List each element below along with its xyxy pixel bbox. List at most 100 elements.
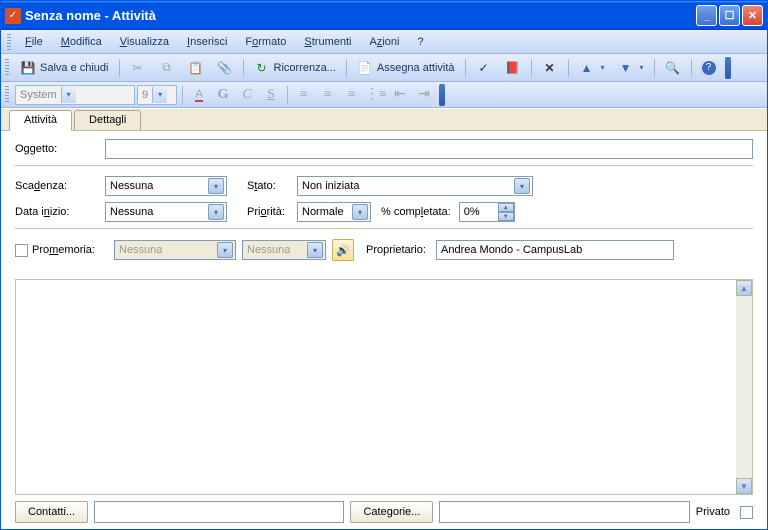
menu-visualizza[interactable]: Visualizza: [112, 33, 177, 51]
menu-modifica[interactable]: Modifica: [53, 33, 110, 51]
save-close-label: Salva e chiudi: [40, 62, 109, 74]
save-icon: 💾: [20, 60, 36, 76]
prev-button[interactable]: ▲▾: [573, 57, 611, 79]
toolbar-options[interactable]: [725, 57, 731, 79]
chevron-down-icon: ▾: [514, 178, 530, 194]
check-icon: ✓: [476, 60, 492, 76]
underline-button[interactable]: S: [260, 84, 282, 106]
label-proprietario: Proprietario:: [366, 244, 436, 256]
oggetto-input[interactable]: [105, 139, 753, 159]
task-window: ✓ Senza nome - Attività _ ☐ ✕ File Modif…: [0, 0, 768, 530]
categorie-button[interactable]: Categorie...: [350, 501, 433, 523]
mark-complete-button[interactable]: ✓: [470, 57, 498, 79]
tab-attivita[interactable]: Attività: [9, 110, 72, 131]
label-stato: Stato:: [247, 180, 297, 192]
align-right-button[interactable]: ≡: [341, 84, 363, 106]
assign-task-button[interactable]: 📄 Assegna attività: [351, 57, 461, 79]
copy-button[interactable]: ⧉: [153, 57, 181, 79]
recurrence-button[interactable]: ↻ Ricorrenza...: [248, 57, 342, 79]
footer: Contatti... Categorie... Privato: [1, 495, 767, 529]
form-area: Oggetto: Scadenza: Nessuna▾ Stato: Non i…: [1, 131, 767, 275]
down-arrow-icon: ▼: [618, 60, 634, 76]
contatti-button[interactable]: Contatti...: [15, 501, 88, 523]
scadenza-select[interactable]: Nessuna▾: [105, 176, 227, 196]
menu-inserisci[interactable]: Inserisci: [179, 33, 235, 51]
menubar-grip[interactable]: [7, 34, 11, 50]
copy-icon: ⧉: [159, 60, 175, 76]
scroll-up-icon[interactable]: ▲: [736, 280, 752, 296]
completata-spinner[interactable]: 0%▲▼: [459, 202, 515, 222]
fmtbar-options[interactable]: [439, 84, 445, 106]
menu-help[interactable]: ?: [409, 33, 431, 51]
italic-button[interactable]: C: [236, 84, 258, 106]
menu-strumenti[interactable]: Strumenti: [296, 33, 359, 51]
promemoria-checkbox[interactable]: [15, 244, 28, 257]
menu-formato[interactable]: Formato: [237, 33, 294, 51]
promemoria-date-select: Nessuna▾: [114, 240, 236, 260]
menu-file[interactable]: File: [17, 33, 51, 51]
priorita-select[interactable]: Normale▾: [297, 202, 371, 222]
menubar: File Modifica Visualizza Inserisci Forma…: [1, 30, 767, 54]
recurrence-label: Ricorrenza...: [274, 62, 336, 74]
proprietario-input[interactable]: [436, 240, 674, 260]
spin-up-icon[interactable]: ▲: [498, 203, 514, 212]
indent-button[interactable]: ⇥: [413, 84, 435, 106]
cut-button[interactable]: ✂: [124, 57, 152, 79]
paperclip-icon: 📎: [217, 60, 233, 76]
datainizio-select[interactable]: Nessuna▾: [105, 202, 227, 222]
delete-icon: ✕: [542, 60, 558, 76]
close-button[interactable]: ✕: [742, 5, 763, 26]
cut-icon: ✂: [130, 60, 146, 76]
chevron-down-icon: ▾: [208, 204, 224, 220]
delete-button[interactable]: ✕: [536, 57, 564, 79]
minimize-button[interactable]: _: [696, 5, 717, 26]
fontcolor-button[interactable]: A: [188, 84, 210, 106]
assign-label: Assegna attività: [377, 62, 455, 74]
recurrence-icon: ↻: [254, 60, 270, 76]
label-privato: Privato: [696, 506, 730, 518]
bold-button[interactable]: G: [212, 84, 234, 106]
fontsize-combo[interactable]: 9▾: [137, 85, 177, 105]
privato-checkbox[interactable]: [740, 506, 753, 519]
align-center-button[interactable]: ≡: [317, 84, 339, 106]
paste-icon: 📋: [188, 60, 204, 76]
help-button[interactable]: ?: [696, 57, 722, 79]
chevron-down-icon: ▾: [307, 242, 323, 258]
titlebar[interactable]: ✓ Senza nome - Attività _ ☐ ✕: [1, 1, 767, 30]
speaker-icon: 🔊: [336, 244, 350, 257]
find-button[interactable]: 🔍: [659, 57, 687, 79]
categorie-field[interactable]: [439, 501, 689, 523]
outdent-button[interactable]: ⇤: [389, 84, 411, 106]
body-textarea[interactable]: ▲ ▼: [15, 279, 753, 495]
tab-dettagli[interactable]: Dettagli: [74, 110, 141, 130]
paste-button[interactable]: 📋: [182, 57, 210, 79]
stato-select[interactable]: Non iniziata▾: [297, 176, 533, 196]
attach-button[interactable]: 📎: [211, 57, 239, 79]
chevron-down-icon: ▾: [208, 178, 224, 194]
save-close-button[interactable]: 💾 Salva e chiudi: [14, 57, 115, 79]
promemoria-time-select: Nessuna▾: [242, 240, 326, 260]
label-priorita: Priorità:: [247, 206, 297, 218]
addressbook-button[interactable]: 📕: [499, 57, 527, 79]
menu-azioni[interactable]: Azioni: [361, 33, 407, 51]
scrollbar[interactable]: ▲ ▼: [736, 280, 752, 494]
bullets-button[interactable]: ⋮≡: [365, 84, 387, 106]
contatti-field[interactable]: [94, 501, 344, 523]
label-datainizio: Data inizio:: [15, 206, 105, 218]
scroll-down-icon[interactable]: ▼: [736, 478, 752, 494]
toolbar: 💾 Salva e chiudi ✂ ⧉ 📋 📎 ↻ Ricorrenza...…: [1, 54, 767, 82]
maximize-button[interactable]: ☐: [719, 5, 740, 26]
label-completata: % completata:: [381, 206, 451, 218]
font-combo[interactable]: System▾: [15, 85, 135, 105]
reminder-sound-button[interactable]: 🔊: [332, 239, 354, 261]
spin-down-icon[interactable]: ▼: [498, 212, 514, 221]
find-icon: 🔍: [665, 60, 681, 76]
format-toolbar: System▾ 9▾ A G C S ≡ ≡ ≡ ⋮≡ ⇤ ⇥: [1, 82, 767, 108]
next-button[interactable]: ▼▾: [612, 57, 650, 79]
tabs: Attività Dettagli: [1, 109, 767, 131]
label-scadenza: Scadenza:: [15, 180, 105, 192]
toolbar-grip[interactable]: [5, 59, 9, 77]
align-left-button[interactable]: ≡: [293, 84, 315, 106]
chevron-down-icon: ▾: [352, 204, 368, 220]
fmtbar-grip[interactable]: [5, 86, 9, 104]
